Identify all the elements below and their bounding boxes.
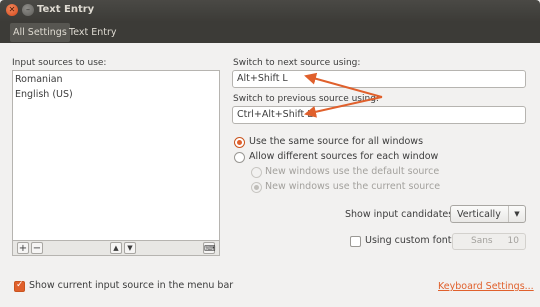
list-item[interactable]: English (US) (15, 89, 73, 100)
default-source-radio[interactable] (251, 167, 262, 178)
list-item[interactable]: Romanian (15, 74, 63, 85)
current-source-radio[interactable] (251, 182, 262, 193)
current-source-label: New windows use the current source (265, 181, 441, 192)
move-down-button[interactable]: ▼ (124, 242, 136, 254)
candidates-dropdown[interactable]: Vertically ▼ (450, 205, 526, 223)
add-source-button[interactable]: + (17, 242, 29, 254)
breadcrumb-text-entry[interactable]: Text Entry (66, 23, 120, 42)
font-chooser-button[interactable]: Sans 10 (452, 233, 526, 250)
show-source-checkbox[interactable] (14, 280, 25, 292)
next-source-label: Switch to next source using: (233, 58, 361, 68)
minimize-icon[interactable]: – (22, 4, 34, 16)
chevron-down-icon: ▼ (508, 206, 525, 222)
custom-font-checkbox[interactable] (350, 236, 361, 247)
next-source-shortcut-field[interactable]: Alt+Shift L (232, 70, 526, 88)
default-source-label: New windows use the default source (265, 166, 440, 177)
all-settings-button[interactable]: All Settings (10, 23, 70, 42)
same-source-label: Use the same source for all windows (249, 136, 424, 147)
list-toolbar: + − ▲ ▼ ⌨ (12, 240, 220, 256)
window-title: Text Entry (37, 4, 95, 15)
prev-source-shortcut-field[interactable]: Ctrl+Alt+Shift L (232, 106, 526, 124)
show-source-label: Show current input source in the menu ba… (29, 280, 234, 291)
toolbar: All Settings Text Entry (0, 22, 540, 43)
window-titlebar: ✕ – Text Entry (0, 0, 540, 22)
different-sources-radio[interactable] (234, 152, 245, 163)
font-name: Sans (471, 236, 493, 246)
candidates-value: Vertically (457, 209, 501, 220)
font-size: 10 (507, 236, 519, 246)
close-icon[interactable]: ✕ (6, 4, 18, 16)
move-up-button[interactable]: ▲ (110, 242, 122, 254)
remove-source-button[interactable]: − (31, 242, 43, 254)
different-sources-label: Allow different sources for each window (249, 151, 439, 162)
prev-source-label: Switch to previous source using: (233, 94, 379, 104)
same-source-radio[interactable] (234, 137, 245, 148)
keyboard-icon[interactable]: ⌨ (203, 242, 216, 254)
sources-label: Input sources to use: (12, 58, 107, 68)
input-sources-list[interactable]: Romanian English (US) (12, 70, 220, 241)
candidates-label: Show input candidates: (345, 209, 457, 220)
keyboard-settings-link[interactable]: Keyboard Settings... (438, 281, 534, 292)
custom-font-label: Using custom font: (365, 235, 455, 246)
